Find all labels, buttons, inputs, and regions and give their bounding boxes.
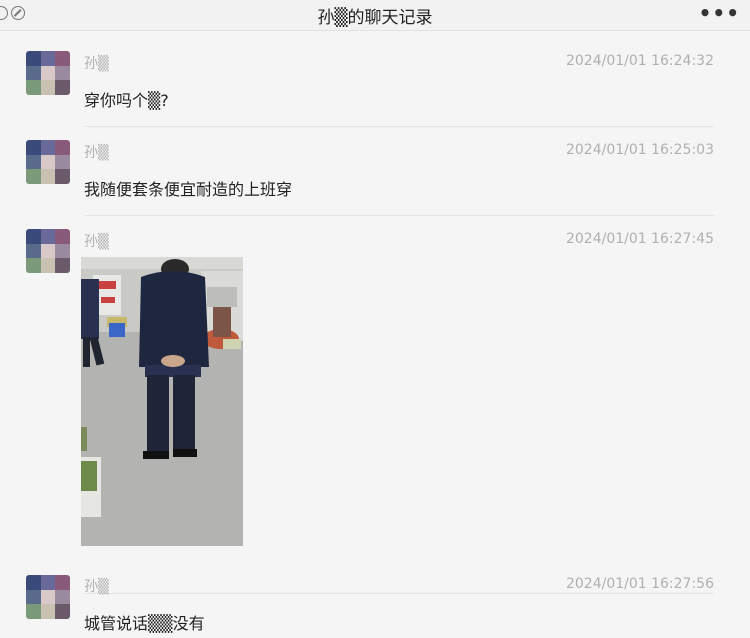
sender-name: 孙▒ xyxy=(84,145,109,161)
more-options-button[interactable]: ••• xyxy=(699,1,740,25)
message-divider xyxy=(84,593,714,594)
avatar[interactable] xyxy=(26,575,70,619)
message-image[interactable] xyxy=(81,257,243,546)
message-timestamp: 2024/01/01 16:27:45 xyxy=(565,231,714,247)
message-timestamp: 2024/01/01 16:27:56 xyxy=(565,576,714,592)
message-divider xyxy=(84,215,714,216)
avatar[interactable] xyxy=(26,140,70,184)
title-bar: 孙▒的聊天记录 ••• xyxy=(0,0,750,31)
street-photo-image xyxy=(81,257,243,546)
window-title: 孙▒的聊天记录 xyxy=(317,8,433,28)
sender-name: 孙▒ xyxy=(84,579,109,595)
avatar[interactable] xyxy=(26,51,70,95)
message-text[interactable]: 城管说话▒▒没有 xyxy=(84,610,205,634)
message-text[interactable]: 穿你吗个▒? xyxy=(84,87,169,111)
sender-name: 孙▒ xyxy=(84,56,109,72)
avatar[interactable] xyxy=(26,229,70,273)
message-divider xyxy=(84,126,714,127)
message-timestamp: 2024/01/01 16:25:03 xyxy=(565,142,714,158)
message-timestamp: 2024/01/01 16:24:32 xyxy=(565,53,714,69)
sender-name: 孙▒ xyxy=(84,234,109,250)
message-text[interactable]: 我随便套条便宜耐造的上班穿 xyxy=(84,176,292,200)
